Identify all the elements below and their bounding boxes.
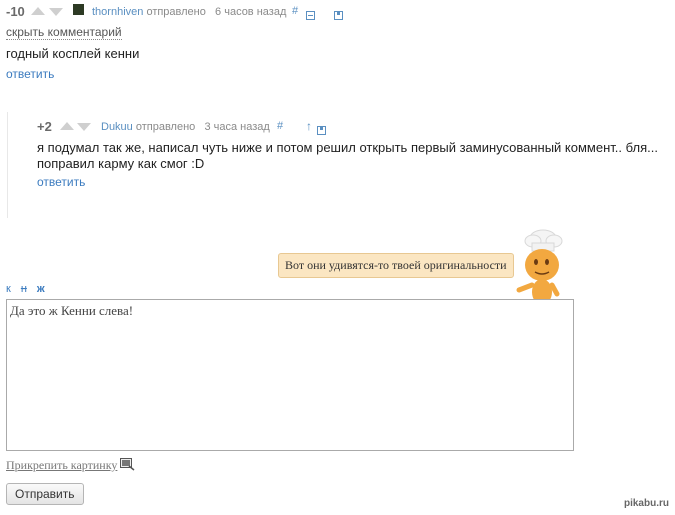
avatar bbox=[73, 4, 84, 15]
downvote-arrow-icon[interactable] bbox=[49, 8, 63, 16]
upvote-arrow-icon[interactable] bbox=[31, 7, 45, 15]
comment-meta: Dukuu отправлено 3 часа назад bbox=[101, 121, 270, 133]
downvote-arrow-icon[interactable] bbox=[77, 123, 91, 131]
comment-time[interactable]: 6 часов назад bbox=[215, 6, 286, 18]
comment-rating: +2 bbox=[37, 119, 52, 134]
upvote-arrow-icon[interactable] bbox=[60, 122, 74, 130]
hide-comment-link[interactable]: скрыть комментарий bbox=[6, 25, 122, 40]
save-icon[interactable] bbox=[334, 11, 344, 20]
collapse-icon[interactable] bbox=[306, 11, 315, 20]
author-link[interactable]: Dukuu bbox=[101, 121, 133, 133]
author-link[interactable]: thornhiven bbox=[92, 6, 143, 18]
comment-rating: -10 bbox=[6, 4, 25, 19]
reply-link[interactable]: ответить bbox=[6, 67, 54, 81]
editor-toolbar: кнж bbox=[6, 279, 55, 297]
watermark: pikabu.ru bbox=[623, 498, 669, 509]
submit-button[interactable]: Отправить bbox=[6, 483, 84, 505]
comment-textarea[interactable]: Да это ж Кенни слева! bbox=[6, 299, 574, 451]
comment-time[interactable]: 3 часа назад bbox=[204, 121, 269, 133]
strike-button[interactable]: н bbox=[21, 283, 27, 295]
comment-body-line: я подумал так же, написал чуть ниже и по… bbox=[37, 140, 658, 155]
comment-body-line: поправил карму как смог :D bbox=[37, 156, 205, 171]
reply-link[interactable]: ответить bbox=[37, 175, 85, 189]
sent-label: отправлено bbox=[146, 6, 206, 18]
parent-arrow-icon[interactable]: ↑ bbox=[306, 119, 312, 133]
thread-line bbox=[7, 112, 8, 218]
italic-button[interactable]: к bbox=[6, 283, 11, 295]
permalink-hash[interactable]: # bbox=[277, 120, 283, 132]
save-icon[interactable] bbox=[316, 126, 326, 135]
permalink-hash[interactable]: # bbox=[292, 5, 298, 17]
attach-image-link[interactable]: Прикрепить картинку bbox=[6, 458, 117, 473]
mascot-cook-icon bbox=[516, 229, 563, 310]
mascot-speech-bubble: Вот они удивятся-то твоей оригинальности bbox=[278, 253, 514, 278]
picture-icon[interactable] bbox=[120, 458, 135, 471]
bold-button[interactable]: ж bbox=[37, 283, 45, 295]
comment-meta: thornhiven отправлено 6 часов назад bbox=[92, 6, 286, 18]
sent-label: отправлено bbox=[135, 121, 196, 133]
comment-body: годный косплей кенни bbox=[6, 46, 140, 61]
